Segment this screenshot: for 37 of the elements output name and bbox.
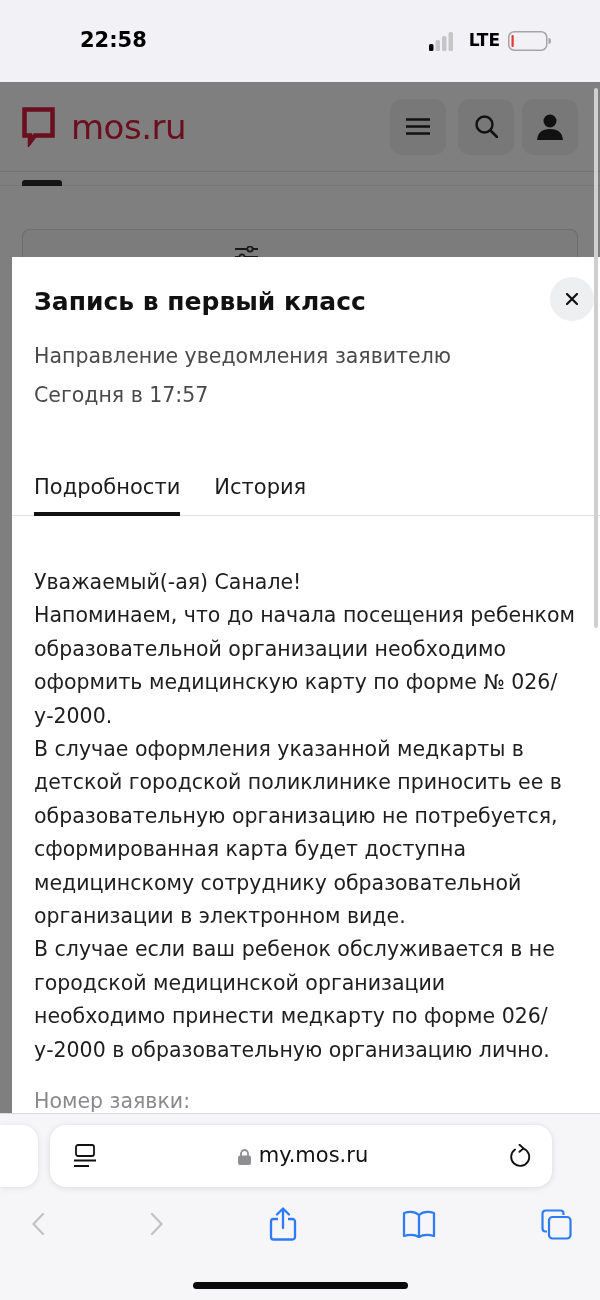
share-button[interactable]	[269, 1207, 297, 1241]
book-icon	[402, 1210, 436, 1238]
status-time: 22:58	[80, 27, 147, 55]
message-paragraph: В случае если ваш ребенок обслуживается в не городской медицинской организации необходимо принести медкарту по форме 026/у-2000 в образовательную организацию лично.	[34, 936, 556, 1064]
search-button[interactable]	[458, 98, 514, 155]
menu-button[interactable]	[390, 98, 446, 155]
message-paragraph: Уважаемый(-ая) Санале!	[34, 569, 303, 596]
lock-icon	[237, 1147, 251, 1165]
sheet-title: Запись в первый класс	[34, 286, 366, 318]
logo-icon	[22, 106, 55, 147]
network-label: LTE	[468, 29, 500, 53]
chevron-right-icon	[150, 1212, 164, 1236]
close-button[interactable]	[550, 277, 594, 321]
user-icon	[537, 113, 563, 140]
share-icon	[269, 1207, 297, 1241]
reload-icon[interactable]	[510, 1144, 532, 1168]
menu-icon	[406, 118, 430, 135]
tabs-icon	[541, 1208, 572, 1240]
address-bar[interactable]: my.mos.ru	[50, 1125, 552, 1187]
tab-indicator	[22, 180, 62, 186]
tabs-button[interactable]	[541, 1208, 572, 1240]
message-paragraph: В случае оформления указанной медкарты в детской городской поликлинике приносить ее в образовательную организацию не потребуется, сформированная карта будет доступна медицинскому сотруднику образовательной организации в электронном виде.	[34, 736, 563, 931]
event-subtitle: Направление уведомления заявителю	[33, 343, 453, 369]
close-icon	[566, 293, 578, 305]
bookmarks-button[interactable]	[402, 1210, 436, 1238]
signal-icon	[428, 31, 453, 51]
event-date: Сегодня в 17:57	[33, 382, 210, 408]
search-icon	[474, 115, 498, 138]
tab[interactable]: Подробности	[34, 474, 181, 516]
account-button[interactable]	[522, 98, 578, 155]
reader-icon	[74, 1144, 96, 1168]
battery-icon	[508, 31, 551, 51]
url-text: my.mos.ru	[258, 1142, 369, 1170]
chevron-left-icon	[31, 1212, 45, 1236]
request-number-label: Номер заявки:	[33, 1089, 192, 1113]
message-paragraph: Напоминаем, что до начала посещения ребенком образовательной организации необходимо оформить медицинскую карту по форме № 026/у-2000.	[34, 602, 576, 730]
tab[interactable]: История	[214, 474, 307, 516]
